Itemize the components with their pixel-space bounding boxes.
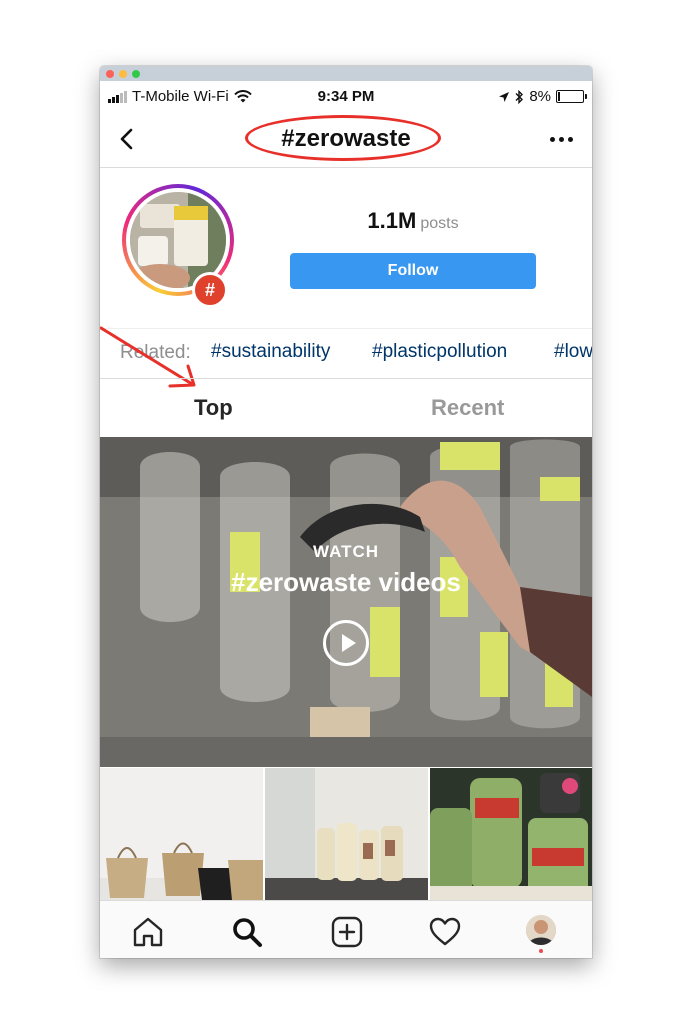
video-overline: WATCH [312, 542, 380, 561]
hashtag-header: #zerowaste [100, 111, 592, 168]
location-arrow-icon [499, 91, 510, 102]
post-thumbnail [100, 768, 263, 900]
video-banner[interactable]: WATCH #zerowaste videos [100, 437, 592, 767]
grid-post[interactable] [100, 768, 263, 900]
posts-count-label: posts [420, 215, 459, 232]
app-window: T-Mobile Wi-Fi 9:34 PM 8% #zerowaste # 1… [100, 66, 592, 958]
video-title: #zerowaste videos [231, 567, 461, 597]
tab-recent[interactable]: Recent [431, 395, 504, 421]
battery-percent: 8% [529, 88, 551, 105]
grid-post[interactable] [265, 768, 428, 900]
play-circle-icon[interactable] [323, 620, 369, 666]
add-post-icon[interactable] [330, 915, 364, 949]
bottom-nav [100, 900, 592, 958]
status-right: 8% [498, 88, 587, 105]
hashtag-badge-icon: # [192, 272, 228, 308]
posts-count-value: 1.1M [367, 208, 417, 233]
post-grid [100, 768, 592, 900]
notification-dot [539, 949, 543, 953]
tab-top[interactable]: Top [194, 395, 233, 421]
status-bar: T-Mobile Wi-Fi 9:34 PM 8% [100, 81, 592, 111]
related-tag[interactable]: #plasticpollution [372, 341, 507, 363]
follow-button[interactable]: Follow [290, 253, 536, 289]
window-titlebar [100, 66, 592, 81]
close-window-button[interactable] [106, 70, 114, 78]
zoom-window-button[interactable] [132, 70, 140, 78]
post-thumbnail [430, 768, 592, 900]
feed-tabs: Top Recent [100, 378, 592, 438]
minimize-window-button[interactable] [119, 70, 127, 78]
related-tag[interactable]: #low [554, 341, 592, 363]
video-thumbnail [100, 437, 592, 767]
grid-post[interactable] [430, 768, 592, 900]
post-thumbnail [265, 768, 428, 900]
post-count: 1.1M posts [290, 208, 536, 234]
profile-avatar[interactable] [526, 915, 556, 945]
bluetooth-icon [515, 89, 524, 104]
heart-icon[interactable] [428, 915, 462, 949]
search-icon[interactable] [230, 915, 264, 949]
home-icon[interactable] [131, 915, 165, 949]
battery-level-fill [558, 92, 560, 101]
more-horizontal-icon[interactable] [550, 131, 576, 147]
title-annotation-circle [245, 115, 441, 161]
battery-icon [556, 90, 587, 103]
